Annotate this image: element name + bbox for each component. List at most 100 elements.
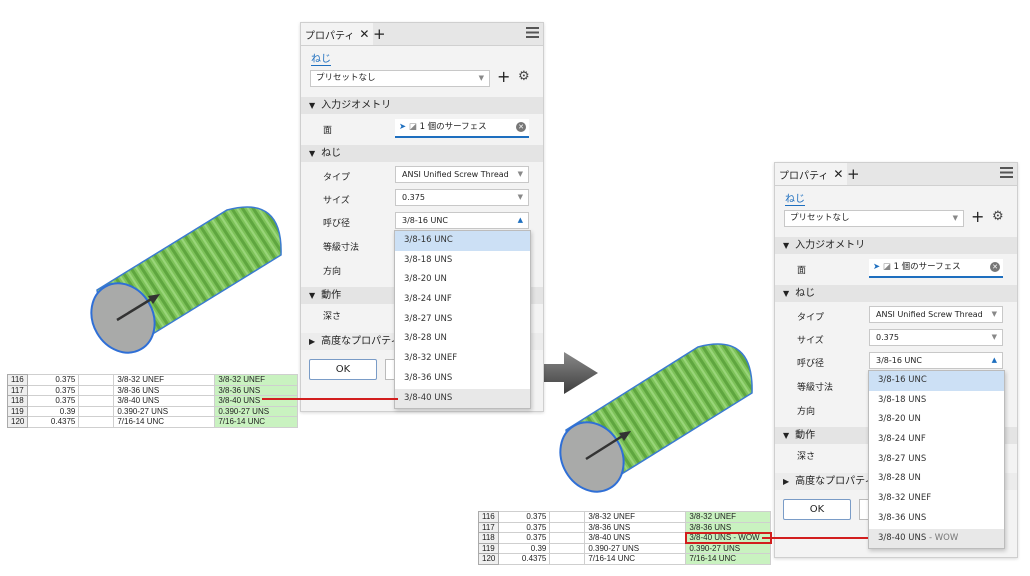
- size-cell[interactable]: 0.375: [27, 384, 80, 397]
- dropdown-option[interactable]: 3/8-28 UN: [395, 329, 530, 349]
- display-name-cell-highlighted[interactable]: 3/8-40 UNS - WOW: [684, 531, 772, 545]
- dropdown-option[interactable]: 3/8-20 UN: [869, 410, 1004, 430]
- designation-cell[interactable]: 3/8-40 UNS: [113, 395, 216, 407]
- display-name-cell[interactable]: 3/8-36 UNS: [685, 521, 772, 534]
- size-cell[interactable]: 0.375: [498, 511, 551, 523]
- dropdown-option[interactable]: 3/8-28 UN: [869, 469, 1004, 489]
- dropdown-option[interactable]: 3/8-32 UNEF: [869, 489, 1004, 509]
- size-cell[interactable]: 0.4375: [498, 553, 551, 565]
- table-row: 119 0.39 0.390-27 UNS 0.390-27 UNS: [477, 542, 772, 555]
- dropdown-option[interactable]: 3/8-16 UNC: [869, 371, 1004, 391]
- empty-cell[interactable]: [549, 532, 586, 544]
- designation-cell[interactable]: 3/8-32 UNEF: [584, 511, 687, 523]
- feature-name[interactable]: ねじ: [785, 190, 805, 206]
- designation-cell[interactable]: 3/8-40 UNS: [584, 532, 687, 544]
- chevron-down-icon: ▼: [991, 310, 997, 318]
- section-input-geometry[interactable]: ▼ 入力ジオメトリ: [775, 237, 1017, 254]
- dropdown-option[interactable]: 3/8-24 UNF: [869, 430, 1004, 450]
- dropdown-option[interactable]: 3/8-36 UNS: [869, 509, 1004, 529]
- menu-icon[interactable]: [1000, 167, 1013, 178]
- clear-selection-icon[interactable]: ✕: [990, 262, 1000, 272]
- empty-cell[interactable]: [78, 405, 115, 418]
- type-select[interactable]: ANSI Unified Screw Thread ▼: [395, 166, 529, 183]
- section-thread[interactable]: ▼ ねじ: [301, 145, 543, 162]
- table-row: 116 0.375 3/8-32 UNEF 3/8-32 UNEF: [6, 374, 299, 386]
- display-name-cell[interactable]: 7/16-14 UNC: [685, 553, 772, 565]
- dropdown-option[interactable]: 3/8-40 UNS: [395, 388, 530, 409]
- section-input-geometry[interactable]: ▼ 入力ジオメトリ: [301, 97, 543, 114]
- display-name-cell[interactable]: 3/8-32 UNEF: [685, 511, 772, 523]
- display-name-cell[interactable]: 0.390-27 UNS: [685, 542, 772, 555]
- tab-properties[interactable]: プロパティ ✕: [301, 23, 374, 45]
- display-name-cell[interactable]: 7/16-14 UNC: [214, 416, 299, 428]
- tab-properties[interactable]: プロパティ ✕: [775, 163, 848, 185]
- empty-cell[interactable]: [78, 384, 115, 397]
- size-select[interactable]: 0.375 ▼: [869, 329, 1003, 346]
- dropdown-option[interactable]: 3/8-27 UNS: [395, 310, 530, 330]
- designation-cell[interactable]: 3/8-36 UNS: [113, 384, 216, 397]
- designation-select[interactable]: 3/8-16 UNC ▲: [869, 352, 1003, 369]
- dropdown-option[interactable]: 3/8-36 UNS: [395, 369, 530, 389]
- size-cell[interactable]: 0.39: [498, 542, 551, 555]
- face-selector[interactable]: ➤ ◪ 1 個のサーフェス ✕: [869, 259, 1003, 278]
- feature-name[interactable]: ねじ: [311, 50, 331, 66]
- gear-icon[interactable]: ⚙: [518, 69, 530, 84]
- designation-value: 3/8-16 UNC: [876, 356, 922, 365]
- preset-select[interactable]: プリセットなし ▼: [310, 70, 490, 87]
- designation-cell[interactable]: 3/8-32 UNEF: [113, 374, 216, 386]
- gear-icon[interactable]: ⚙: [992, 209, 1004, 224]
- designation-cell[interactable]: 7/16-14 UNC: [113, 416, 216, 428]
- display-name-cell[interactable]: 3/8-36 UNS: [214, 384, 299, 397]
- ok-button[interactable]: OK: [783, 499, 851, 520]
- empty-cell[interactable]: [78, 395, 115, 407]
- empty-cell[interactable]: [549, 511, 586, 523]
- size-cell[interactable]: 0.375: [498, 532, 551, 544]
- empty-cell[interactable]: [78, 416, 115, 428]
- add-preset-icon[interactable]: +: [971, 207, 984, 226]
- spreadsheet-left: 116 0.375 3/8-32 UNEF 3/8-32 UNEF 117 0.…: [6, 374, 299, 428]
- face-selector[interactable]: ➤ ◪ 1 個のサーフェス ✕: [395, 119, 529, 138]
- designation-cell[interactable]: 0.390-27 UNS: [113, 405, 216, 418]
- empty-cell[interactable]: [78, 374, 115, 386]
- empty-cell[interactable]: [549, 521, 586, 534]
- dropdown-option[interactable]: 3/8-24 UNF: [395, 290, 530, 310]
- close-icon[interactable]: ✕: [359, 27, 369, 41]
- size-cell[interactable]: 0.39: [27, 405, 80, 418]
- type-select[interactable]: ANSI Unified Screw Thread ▼: [869, 306, 1003, 323]
- size-cell[interactable]: 0.375: [27, 374, 80, 386]
- size-cell[interactable]: 0.375: [27, 395, 80, 407]
- empty-cell[interactable]: [549, 542, 586, 555]
- dropdown-option[interactable]: 3/8-27 UNS: [869, 450, 1004, 470]
- dropdown-option[interactable]: 3/8-18 UNS: [395, 251, 530, 271]
- preset-value: プリセットなし: [790, 213, 850, 223]
- clear-selection-icon[interactable]: ✕: [516, 122, 526, 132]
- dropdown-option[interactable]: 3/8-16 UNC: [395, 231, 530, 251]
- dropdown-option[interactable]: 3/8-40 UNS - WOW: [869, 528, 1004, 549]
- surface-icon: ◪: [408, 122, 417, 132]
- chevron-up-icon: ▲: [517, 216, 523, 224]
- menu-icon[interactable]: [526, 27, 539, 38]
- add-tab-icon[interactable]: +: [847, 165, 860, 183]
- designation-cell[interactable]: 3/8-36 UNS: [584, 521, 687, 534]
- dropdown-option[interactable]: 3/8-32 UNEF: [395, 349, 530, 369]
- add-tab-icon[interactable]: +: [373, 25, 386, 43]
- ok-button[interactable]: OK: [309, 359, 377, 380]
- size-cell[interactable]: 0.375: [498, 521, 551, 534]
- preset-select[interactable]: プリセットなし ▼: [784, 210, 964, 227]
- display-name-cell[interactable]: 3/8-32 UNEF: [214, 374, 299, 386]
- empty-cell[interactable]: [549, 553, 586, 565]
- section-thread[interactable]: ▼ ねじ: [775, 285, 1017, 302]
- dropdown-option[interactable]: 3/8-20 UN: [395, 270, 530, 290]
- size-select[interactable]: 0.375 ▼: [395, 189, 529, 206]
- table-row: 116 0.375 3/8-32 UNEF 3/8-32 UNEF: [477, 511, 772, 523]
- designation-cell[interactable]: 0.390-27 UNS: [584, 542, 687, 555]
- designation-select[interactable]: 3/8-16 UNC ▲: [395, 212, 529, 229]
- dropdown-option[interactable]: 3/8-18 UNS: [869, 391, 1004, 411]
- properties-panel-left: プロパティ ✕ + ねじ プリセットなし ▼ + ⚙ ▼ 入力ジオメトリ 面 ➤ …: [300, 22, 544, 412]
- size-cell[interactable]: 0.4375: [27, 416, 80, 428]
- preset-value: プリセットなし: [316, 73, 376, 83]
- close-icon[interactable]: ✕: [833, 167, 843, 181]
- add-preset-icon[interactable]: +: [497, 67, 510, 86]
- designation-cell[interactable]: 7/16-14 UNC: [584, 553, 687, 565]
- display-name-cell[interactable]: 0.390-27 UNS: [214, 405, 299, 418]
